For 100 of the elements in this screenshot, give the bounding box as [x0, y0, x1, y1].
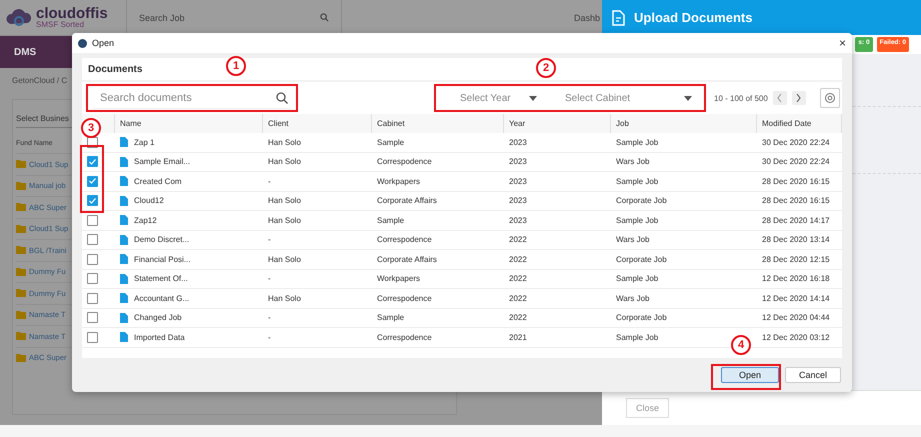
column-header[interactable]: Modified Date	[757, 114, 842, 133]
column-header[interactable]: Cabinet	[372, 114, 504, 133]
file-name[interactable]: Cloud12	[134, 196, 164, 206]
documents-heading: Documents	[88, 64, 142, 74]
row-checkbox[interactable]	[87, 312, 98, 324]
table-cell: 2023	[509, 216, 527, 225]
file-name[interactable]: Changed Job	[134, 313, 182, 322]
document-icon	[120, 215, 128, 226]
file-name[interactable]: Created Com	[134, 176, 182, 186]
dialog-title: Open	[92, 38, 116, 48]
table-cell: 28 Dec 2020 13:14	[762, 235, 830, 244]
table-cell: 30 Dec 2020 22:24	[762, 138, 830, 147]
previous-button[interactable]	[772, 91, 787, 105]
document-icon	[120, 293, 128, 304]
document-icon	[120, 137, 128, 148]
table-cell: 2023	[509, 196, 527, 206]
pagination-text: 10 - 100 of 500	[714, 94, 768, 102]
table-cell: Sample Job	[616, 176, 658, 186]
folder-icon	[16, 332, 26, 340]
caret-icon	[529, 96, 537, 100]
table-cell: 2022	[509, 254, 527, 264]
table-cell: Han Solo	[268, 216, 301, 225]
table-cell: 2021	[509, 332, 527, 342]
table-cell: 12 Dec 2020 04:44	[762, 313, 830, 322]
document-upload-icon	[612, 10, 626, 26]
refresh-button[interactable]	[820, 88, 840, 108]
row-checkbox[interactable]	[87, 156, 98, 168]
document-icon	[120, 254, 128, 264]
file-name[interactable]: Imported Data	[134, 332, 185, 342]
table-cell: 2023	[509, 138, 527, 147]
filter-select[interactable]: Select Cabinet	[545, 87, 700, 109]
file-name[interactable]: Statement Of...	[134, 274, 188, 284]
highlight-frame	[80, 145, 104, 213]
row-checkbox[interactable]	[87, 273, 98, 284]
table-cell: Han Solo	[268, 157, 301, 166]
file-name[interactable]: Zap 1	[134, 138, 154, 147]
table-cell: Correspodence	[377, 332, 432, 342]
row-checkbox[interactable]	[87, 234, 98, 246]
table-cell: Han Solo	[268, 196, 301, 206]
table-cell: 28 Dec 2020 16:15	[762, 196, 830, 206]
folder-icon	[16, 268, 26, 276]
table-cell: 2022	[509, 294, 527, 303]
table-cell: 12 Dec 2020 14:14	[762, 294, 830, 303]
table-cell: Han Solo	[268, 138, 301, 147]
next-button[interactable]	[792, 91, 806, 105]
panel-title: Upload Documents	[634, 10, 752, 25]
file-name[interactable]: Zap12	[134, 216, 157, 225]
table-cell: 2022	[509, 235, 527, 244]
table-cell: 2022	[509, 313, 527, 322]
file-name[interactable]: Accountant G...	[134, 294, 190, 303]
row-checkbox[interactable]	[87, 292, 98, 304]
row-checkbox[interactable]	[87, 254, 98, 265]
table-cell: 12 Dec 2020 03:12	[762, 332, 830, 342]
folder-icon	[16, 354, 26, 362]
table-cell: Han Solo	[268, 254, 301, 264]
row-checkbox[interactable]	[87, 214, 98, 226]
table-cell: -	[268, 176, 271, 186]
search-icon	[276, 92, 288, 104]
section-title: DMS	[14, 46, 36, 58]
folder-icon	[16, 246, 26, 254]
table-cell: Sample Job	[616, 332, 658, 342]
document-icon	[120, 274, 128, 284]
document-icon	[120, 176, 128, 186]
row-checkbox[interactable]	[87, 195, 98, 206]
file-name[interactable]: Financial Posi...	[134, 254, 190, 264]
chevron-left-icon	[777, 94, 782, 102]
table-cell: Corporate Job	[616, 313, 667, 322]
column-header[interactable]: Name	[115, 114, 263, 133]
table-cell: Corporate Affairs	[377, 254, 437, 264]
logo-name: cloudoffis	[36, 6, 108, 21]
chevron-right-icon	[796, 94, 802, 102]
search-icon	[320, 13, 329, 22]
dialog-button[interactable]: Open	[721, 367, 779, 383]
column-header[interactable]: Job	[611, 114, 757, 133]
document-icon	[120, 156, 128, 167]
table-cell: -	[268, 332, 271, 342]
dialog-button[interactable]: Cancel	[785, 367, 841, 383]
folder-icon	[16, 203, 26, 212]
table-cell: Correspodence	[377, 157, 432, 166]
folder-icon	[16, 310, 26, 319]
table-cell: Workpapers	[377, 176, 420, 186]
file-name[interactable]: Demo Discret...	[134, 235, 190, 244]
column-header[interactable]: Client	[263, 114, 372, 133]
table-cell: 28 Dec 2020 12:15	[762, 254, 830, 264]
table-cell: Sample Job	[616, 274, 658, 284]
folder-icon	[16, 160, 26, 168]
file-name[interactable]: Sample Email...	[134, 157, 190, 166]
highlight-frame	[711, 364, 781, 390]
document-icon	[120, 234, 128, 245]
document-icon	[120, 332, 128, 342]
column-header[interactable]: Year	[504, 114, 611, 133]
table-cell: 2023	[509, 176, 527, 186]
nav-link[interactable]: Dashb	[574, 12, 600, 22]
row-checkbox[interactable]	[87, 176, 98, 187]
folder-icon	[16, 182, 26, 190]
table-cell: Han Solo	[268, 294, 301, 303]
row-checkbox[interactable]	[87, 332, 98, 343]
filter-select[interactable]: Select Year	[440, 87, 545, 109]
folder-icon	[16, 224, 26, 233]
refresh-icon	[824, 92, 836, 104]
